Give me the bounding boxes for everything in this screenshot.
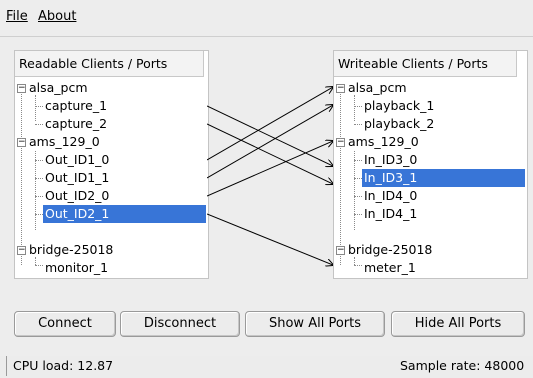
tree-port[interactable]: playback_2: [364, 115, 434, 133]
collapse-icon[interactable]: −: [17, 246, 26, 255]
tree-line: [354, 106, 362, 107]
tree-port[interactable]: playback_1: [364, 97, 434, 115]
tree-port[interactable]: Out_ID1_1: [45, 169, 109, 187]
tree-port[interactable]: meter_1: [364, 259, 416, 277]
tree-line: [35, 178, 43, 179]
tree-line: [354, 196, 362, 197]
tree-node-alsa-pcm[interactable]: alsa_pcm: [348, 79, 407, 97]
connection-lines: [207, 50, 333, 277]
separator: [0, 36, 533, 37]
writeable-ports-panel[interactable]: Writeable Clients / Ports − alsa_pcm pla…: [333, 50, 528, 279]
tree-port-selected[interactable]: Out_ID2_1: [43, 205, 206, 223]
collapse-icon[interactable]: −: [336, 84, 345, 93]
connection-line: [207, 123, 333, 184]
connection-line: [207, 213, 333, 265]
collapse-icon[interactable]: −: [17, 138, 26, 147]
readable-ports-panel[interactable]: Readable Clients / Ports − alsa_pcm capt…: [14, 50, 209, 279]
collapse-icon[interactable]: −: [17, 84, 26, 93]
show-all-ports-button[interactable]: Show All Ports: [245, 311, 385, 337]
tree-node-alsa-pcm[interactable]: alsa_pcm: [29, 79, 88, 97]
tree-port[interactable]: capture_2: [45, 115, 107, 133]
tree-line: [354, 95, 355, 121]
tree-port[interactable]: monitor_1: [45, 259, 108, 277]
tree-port[interactable]: Out_ID1_0: [45, 151, 109, 169]
tree-line: [354, 151, 355, 230]
tree-line: [354, 214, 362, 215]
tree-line: [354, 160, 362, 161]
tree-line: [35, 160, 43, 161]
tree-port-selected[interactable]: In_ID3_1: [362, 169, 525, 187]
tree-node-ams[interactable]: ams_129_0: [29, 133, 100, 151]
disconnect-button[interactable]: Disconnect: [120, 311, 240, 337]
tree-node-bridge[interactable]: bridge-25018: [348, 241, 432, 259]
tree-node-ams[interactable]: ams_129_0: [348, 133, 419, 151]
tree-port[interactable]: capture_1: [45, 97, 107, 115]
tree-line: [35, 106, 43, 107]
sample-rate-label: Sample rate: 48000: [400, 358, 525, 373]
menu-about[interactable]: About: [38, 9, 76, 24]
connection-line: [207, 105, 333, 166]
menu-about-label: About: [38, 9, 77, 24]
readable-ports-header[interactable]: Readable Clients / Ports: [15, 51, 204, 77]
collapse-icon[interactable]: −: [336, 246, 345, 255]
menubar: File About: [0, 0, 533, 32]
tree-line: [35, 265, 43, 266]
tree-line: [21, 89, 22, 265]
tree-line: [340, 89, 341, 265]
tree-line: [35, 214, 43, 215]
tree-port[interactable]: In_ID4_1: [364, 205, 417, 223]
tree-line: [35, 95, 36, 121]
tree-line: [354, 178, 362, 179]
tree-line: [354, 265, 362, 266]
tree-node-bridge[interactable]: bridge-25018: [29, 241, 113, 259]
menu-file[interactable]: File: [6, 9, 28, 24]
writeable-ports-header[interactable]: Writeable Clients / Ports: [334, 51, 517, 77]
tree-port[interactable]: In_ID3_0: [364, 151, 417, 169]
status-bar: CPU load: 12.87 Sample rate: 48000: [0, 356, 533, 378]
tree-line: [35, 196, 43, 197]
hide-all-ports-button[interactable]: Hide All Ports: [391, 311, 525, 337]
cpu-load-label: CPU load: 12.87: [6, 356, 173, 376]
tree-port[interactable]: In_ID4_0: [364, 187, 417, 205]
tree-line: [35, 124, 43, 125]
tree-line: [354, 124, 362, 125]
connection-line: [207, 105, 333, 179]
tree-port[interactable]: Out_ID2_0: [45, 187, 109, 205]
menu-file-label: File: [6, 9, 28, 24]
collapse-icon[interactable]: −: [336, 138, 345, 147]
tree-line: [35, 151, 36, 230]
connect-button[interactable]: Connect: [14, 311, 116, 337]
